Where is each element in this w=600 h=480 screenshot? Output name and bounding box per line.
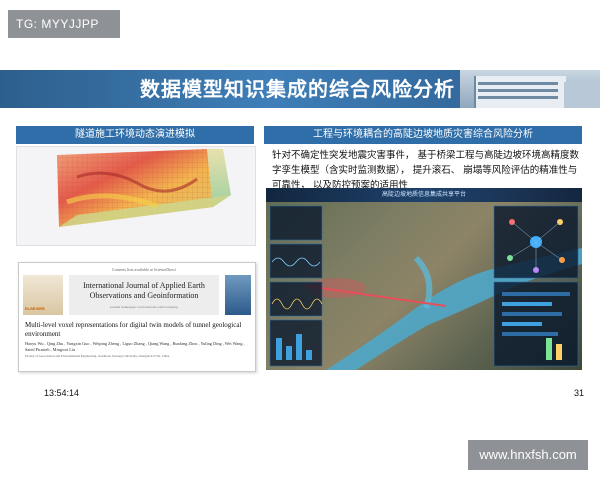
paper-screenshot: Contents lists available at ScienceDirec… bbox=[18, 262, 256, 372]
left-panel-header: 隧道施工环境动态演进模拟 bbox=[16, 126, 254, 144]
publisher-label: ELSEVIER bbox=[25, 306, 45, 311]
watermark: www.hnxfsh.com bbox=[468, 440, 588, 470]
slope-dashboard-screenshot: 高陡边坡地质信息集成共享平台 bbox=[266, 188, 582, 370]
channel-tag: TG: MYYJJPP bbox=[8, 10, 120, 38]
paper-affiliations: Faculty of Geosciences and Environmental… bbox=[25, 354, 170, 358]
building-image bbox=[460, 70, 600, 108]
journal-top-line: Contents lists available at ScienceDirec… bbox=[111, 267, 177, 272]
voxel-simulation-image bbox=[16, 146, 256, 246]
paper-authors: Haoyu Wu , Qing Zhu , Yongxin Guo , Weip… bbox=[25, 341, 245, 352]
paper-title: Multi-level voxel representations for di… bbox=[25, 321, 242, 338]
page-number: 31 bbox=[574, 388, 585, 398]
right-panel-header: 工程与环境耦合的高陡边坡地质灾害综合风险分析 bbox=[264, 126, 582, 144]
journal-homepage: journal homepage: www.elsevier.com/locat… bbox=[110, 305, 178, 309]
journal-name: International Journal of Applied Earth O… bbox=[83, 281, 205, 300]
journal-cover bbox=[225, 275, 251, 315]
journal-header: International Journal of Applied Earth O… bbox=[69, 275, 219, 315]
right-panel-description: 针对不确定性突发地震灾害事件， 基于桥梁工程与高陡边坡环境高精度数字孪生模型（含… bbox=[272, 150, 580, 191]
footer-time: 13:54:14 bbox=[44, 388, 80, 398]
slide-title: 数据模型知识集成的综合风险分析 bbox=[140, 77, 455, 101]
title-banner: 数据模型知识集成的综合风险分析 bbox=[0, 70, 600, 108]
